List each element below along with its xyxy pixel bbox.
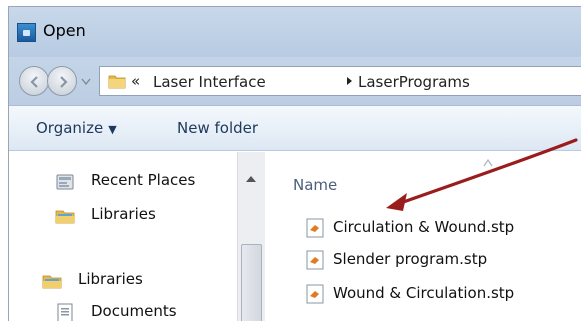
file-name: Circulation & Wound.stp bbox=[333, 218, 515, 236]
stp-file-icon bbox=[306, 218, 324, 238]
overflow-chevron[interactable]: « bbox=[131, 72, 140, 90]
libraries-folder-icon bbox=[42, 275, 62, 289]
back-button[interactable] bbox=[19, 66, 49, 96]
file-list: Name Circulation & Wound.stp Slender pro… bbox=[269, 152, 581, 321]
navigation-pane: Recent Places Libraries Libraries Docume… bbox=[9, 152, 267, 321]
open-dialog: Open « Laser Interface LaserPrograms Org… bbox=[8, 6, 581, 321]
nav-item-label: Libraries bbox=[91, 205, 156, 223]
organize-label: Organize bbox=[36, 119, 104, 137]
nav-item-label: Documents bbox=[91, 302, 177, 320]
column-header-name[interactable]: Name bbox=[293, 176, 337, 194]
nav-item-label: Libraries bbox=[78, 270, 143, 288]
forward-arrow-icon bbox=[60, 76, 68, 88]
navigation-bar: « Laser Interface LaserPrograms bbox=[9, 57, 581, 105]
forward-button[interactable] bbox=[47, 66, 77, 96]
recent-places-icon bbox=[56, 174, 74, 190]
application-icon bbox=[17, 23, 36, 42]
back-arrow-icon bbox=[30, 76, 38, 88]
navigation-scrollbar[interactable] bbox=[237, 152, 265, 321]
organize-button[interactable]: Organize ▼ bbox=[36, 119, 117, 137]
file-name: Slender program.stp bbox=[333, 250, 488, 268]
stp-file-icon bbox=[306, 284, 324, 304]
command-bar: Organize ▼ New folder bbox=[9, 105, 581, 151]
address-bar[interactable]: « Laser Interface LaserPrograms bbox=[99, 66, 581, 96]
recent-locations-dropdown-icon[interactable] bbox=[80, 75, 92, 87]
documents-icon bbox=[57, 303, 73, 321]
file-name: Wound & Circulation.stp bbox=[333, 284, 515, 302]
breadcrumb-laserprograms[interactable]: LaserPrograms bbox=[358, 73, 470, 91]
sort-ascending-icon bbox=[483, 159, 493, 167]
chevron-down-icon: ▼ bbox=[108, 123, 117, 136]
libraries-folder-icon bbox=[55, 210, 75, 224]
folder-icon bbox=[108, 75, 126, 89]
new-folder-button[interactable]: New folder bbox=[177, 119, 258, 137]
nav-item-label: Recent Places bbox=[91, 171, 196, 189]
window-title: Open bbox=[43, 21, 86, 40]
scroll-up-icon[interactable] bbox=[245, 174, 257, 184]
stp-file-icon bbox=[306, 250, 324, 270]
breadcrumb-separator-icon[interactable] bbox=[344, 76, 354, 86]
breadcrumb-laser-interface[interactable]: Laser Interface bbox=[153, 73, 266, 91]
scrollbar-thumb[interactable] bbox=[241, 244, 262, 321]
title-bar: Open bbox=[9, 7, 581, 57]
